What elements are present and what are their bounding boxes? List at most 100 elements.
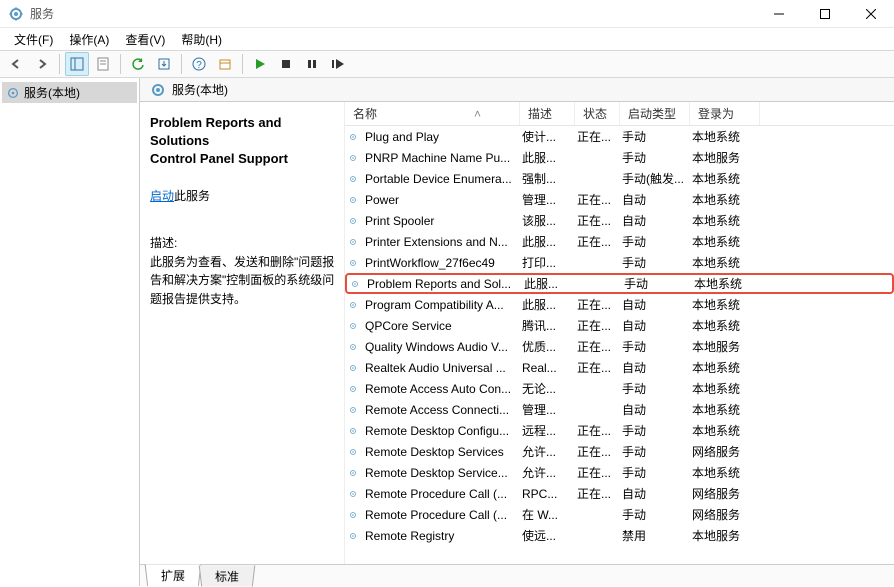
- cell-name: Problem Reports and Sol...: [363, 277, 520, 291]
- gear-icon: [345, 361, 361, 375]
- col-name[interactable]: 名称˄: [345, 102, 520, 125]
- cell-desc: 远程...: [518, 422, 573, 439]
- table-row[interactable]: Power管理...正在...自动本地系统: [345, 189, 894, 210]
- gear-icon: [345, 424, 361, 438]
- cell-start: 手动(触发...: [618, 170, 688, 187]
- export-list-button[interactable]: [152, 52, 176, 76]
- start-service-button[interactable]: [248, 52, 272, 76]
- cell-logon: 本地系统: [688, 380, 758, 397]
- table-row[interactable]: Remote Registry使远...禁用本地服务: [345, 525, 894, 546]
- menu-action[interactable]: 操作(A): [61, 29, 117, 50]
- cell-name: Remote Procedure Call (...: [361, 487, 518, 501]
- table-row[interactable]: Remote Access Connecti...管理...自动本地系统: [345, 399, 894, 420]
- table-row[interactable]: PNRP Machine Name Pu...此服...手动本地服务: [345, 147, 894, 168]
- table-row[interactable]: Remote Procedure Call (...在 W...手动网络服务: [345, 504, 894, 525]
- separator: [242, 54, 243, 74]
- cell-desc: 此服...: [520, 275, 575, 292]
- cell-name: Power: [361, 193, 518, 207]
- gear-icon: [345, 487, 361, 501]
- cell-desc: 优质...: [518, 338, 573, 355]
- table-row[interactable]: Printer Extensions and N...此服...正在...手动本…: [345, 231, 894, 252]
- cell-name: Printer Extensions and N...: [361, 235, 518, 249]
- table-row[interactable]: QPCore Service腾讯...正在...自动本地系统: [345, 315, 894, 336]
- cell-name: Remote Access Connecti...: [361, 403, 518, 417]
- table-row[interactable]: Remote Procedure Call (...RPC...正在...自动网…: [345, 483, 894, 504]
- cell-start: 手动: [618, 506, 688, 523]
- gear-icon: [345, 319, 361, 333]
- calendar-button[interactable]: [213, 52, 237, 76]
- separator: [120, 54, 121, 74]
- svg-text:?: ?: [196, 60, 202, 71]
- properties-button[interactable]: [91, 52, 115, 76]
- gear-icon: [345, 340, 361, 354]
- table-row[interactable]: PrintWorkflow_27f6ec49打印...手动本地系统: [345, 252, 894, 273]
- cell-logon: 网络服务: [688, 506, 758, 523]
- tabs-bottom: 扩展 标准: [140, 564, 894, 586]
- cell-status: 正在...: [573, 338, 618, 355]
- cell-desc: 使远...: [518, 527, 573, 544]
- gear-icon: [345, 403, 361, 417]
- gear-icon: [345, 529, 361, 543]
- menu-help[interactable]: 帮助(H): [173, 29, 230, 50]
- col-start[interactable]: 启动类型: [620, 102, 690, 125]
- tab-standard[interactable]: 标准: [199, 566, 256, 587]
- gear-icon: [347, 277, 363, 291]
- table-row[interactable]: Remote Desktop Configu...远程...正在...手动本地系…: [345, 420, 894, 441]
- cell-desc: 此服...: [518, 149, 573, 166]
- cell-logon: 本地系统: [688, 296, 758, 313]
- start-service-link[interactable]: 启动: [150, 189, 174, 203]
- cell-logon: 本地系统: [690, 275, 760, 292]
- window-title: 服务: [30, 5, 756, 22]
- maximize-button[interactable]: [802, 0, 848, 28]
- cell-name: Remote Registry: [361, 529, 518, 543]
- cell-status: 正在...: [573, 317, 618, 334]
- tree-item-label: 服务(本地): [24, 84, 80, 101]
- cell-name: Realtek Audio Universal ...: [361, 361, 518, 375]
- cell-desc: 打印...: [518, 254, 573, 271]
- selected-service-title: Problem Reports and Solutions Control Pa…: [150, 114, 336, 169]
- table-row[interactable]: Print Spooler该服...正在...自动本地系统: [345, 210, 894, 231]
- table-row[interactable]: Portable Device Enumera...强制...手动(触发...本…: [345, 168, 894, 189]
- menu-view[interactable]: 查看(V): [117, 29, 173, 50]
- services-list: 名称˄ 描述 状态 启动类型 登录为 Plug and Play使计...正在.…: [345, 102, 894, 564]
- gear-icon: [345, 445, 361, 459]
- cell-status: 正在...: [573, 191, 618, 208]
- col-desc[interactable]: 描述: [520, 102, 575, 125]
- col-status[interactable]: 状态: [575, 102, 620, 125]
- refresh-button[interactable]: [126, 52, 150, 76]
- cell-logon: 本地系统: [688, 128, 758, 145]
- cell-status: 正在...: [573, 212, 618, 229]
- pause-service-button[interactable]: [300, 52, 324, 76]
- tab-extended[interactable]: 扩展: [145, 564, 202, 586]
- cell-name: Portable Device Enumera...: [361, 172, 518, 186]
- table-row[interactable]: Realtek Audio Universal ...Real...正在...自…: [345, 357, 894, 378]
- table-row[interactable]: Remote Access Auto Con...无论...手动本地系统: [345, 378, 894, 399]
- close-button[interactable]: [848, 0, 894, 28]
- cell-desc: Real...: [518, 361, 573, 375]
- restart-service-button[interactable]: [326, 52, 350, 76]
- col-logon[interactable]: 登录为: [690, 102, 760, 125]
- minimize-button[interactable]: [756, 0, 802, 28]
- show-hide-console-tree-button[interactable]: [65, 52, 89, 76]
- table-row[interactable]: Remote Desktop Service...允许...正在...手动本地系…: [345, 462, 894, 483]
- table-row[interactable]: Quality Windows Audio V...优质...正在...手动本地…: [345, 336, 894, 357]
- menu-file[interactable]: 文件(F): [6, 29, 61, 50]
- cell-name: Remote Procedure Call (...: [361, 508, 518, 522]
- forward-button[interactable]: [30, 52, 54, 76]
- gear-icon: [345, 193, 361, 207]
- stop-service-button[interactable]: [274, 52, 298, 76]
- back-button[interactable]: [4, 52, 28, 76]
- gear-icon: [345, 298, 361, 312]
- table-row[interactable]: Program Compatibility A...此服...正在...自动本地…: [345, 294, 894, 315]
- start-service-link-row: 启动此服务: [150, 187, 336, 204]
- cell-name: Program Compatibility A...: [361, 298, 518, 312]
- gear-icon: [150, 82, 166, 98]
- table-row[interactable]: Remote Desktop Services允许...正在...手动网络服务: [345, 441, 894, 462]
- help-button[interactable]: ?: [187, 52, 211, 76]
- table-row[interactable]: Problem Reports and Sol...此服...手动本地系统: [345, 273, 894, 294]
- gear-icon: [345, 151, 361, 165]
- cell-logon: 本地系统: [688, 254, 758, 271]
- tree-item-services-local[interactable]: 服务(本地): [2, 82, 137, 103]
- services-app-icon: [8, 6, 24, 22]
- table-row[interactable]: Plug and Play使计...正在...手动本地系统: [345, 126, 894, 147]
